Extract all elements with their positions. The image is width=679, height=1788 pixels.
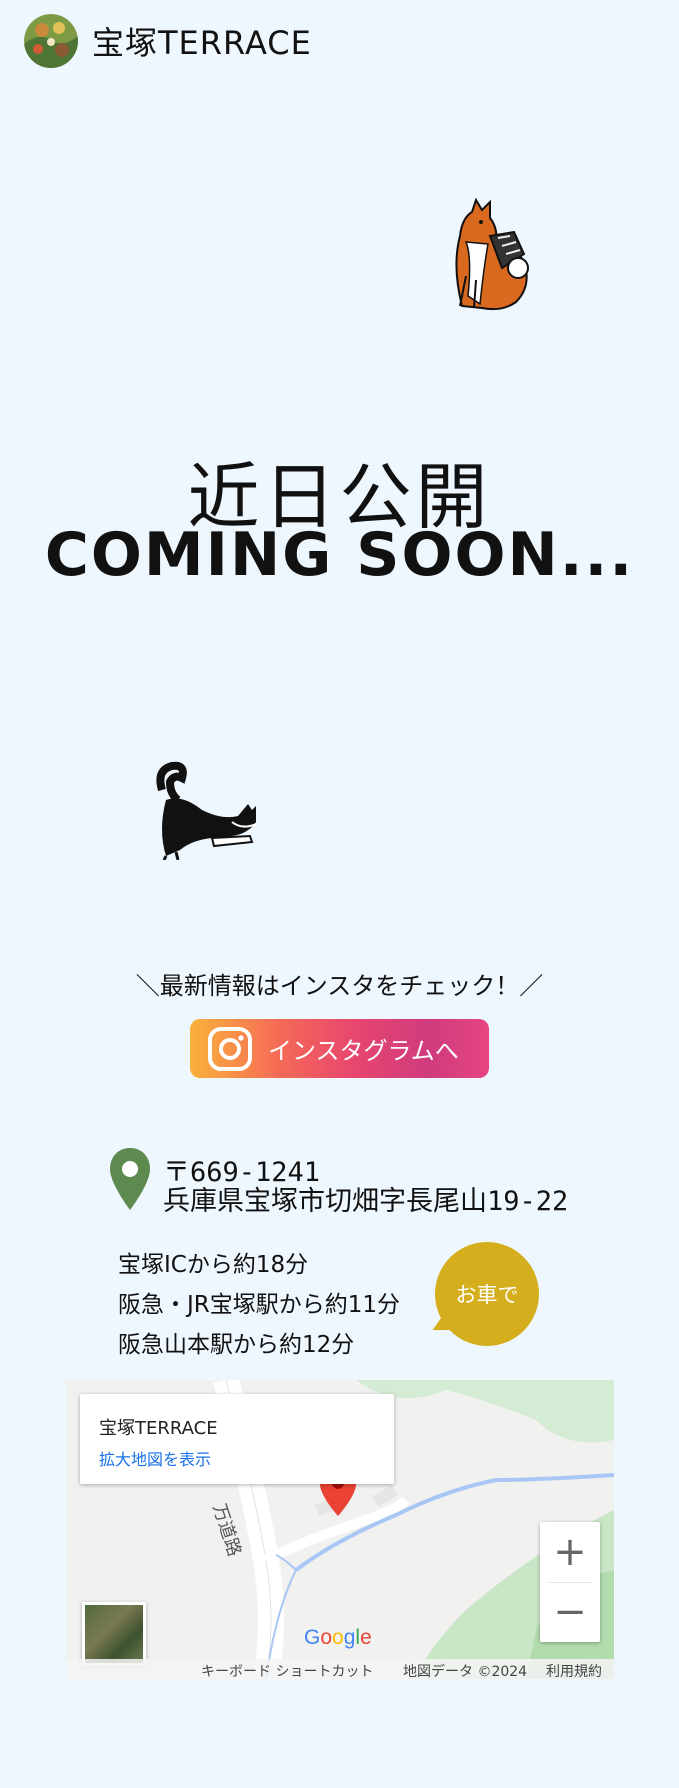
zoom-out-button[interactable]: − — [540, 1582, 600, 1642]
location-pin-icon — [110, 1148, 150, 1214]
access-item: 阪急・JR宝塚駅から約11分 — [118, 1292, 401, 1318]
map-info-card: 宝塚TERRACE 拡大地図を表示 — [80, 1394, 394, 1484]
stretching-shiba-illustration — [152, 760, 272, 864]
terms-link[interactable]: 利用規約 — [546, 1661, 602, 1679]
instagram-button-label: インスタグラムへ — [268, 1037, 459, 1065]
access-list: 宝塚ICから約18分 阪急・JR宝塚駅から約11分 阪急山本駅から約12分 — [118, 1245, 400, 1365]
zoom-in-button[interactable]: + — [540, 1522, 600, 1582]
access-item: 阪急山本駅から約12分 — [118, 1332, 355, 1358]
sitting-shiba-illustration — [432, 196, 532, 320]
logo-text: 宝塚TERRACE — [92, 24, 312, 62]
hero-title-en: COMING SOON... — [44, 520, 635, 590]
logo-emblem-icon — [24, 14, 78, 68]
keyboard-shortcuts-link[interactable]: キーボード ショートカット — [201, 1661, 373, 1679]
instagram-icon — [208, 1026, 252, 1071]
access-item: 宝塚ICから約18分 — [118, 1252, 309, 1278]
instagram-message: ＼最新情報はインスタをチェック！／ — [135, 972, 544, 1000]
instagram-button[interactable]: インスタグラムへ — [190, 1019, 489, 1078]
google-logo: Google — [304, 1626, 372, 1649]
address-line: 兵庫県宝塚市切畑字長尾山19-22 — [163, 1186, 569, 1217]
satellite-toggle[interactable] — [82, 1602, 146, 1666]
map-place-name: 宝塚TERRACE — [99, 1418, 218, 1439]
site-logo[interactable]: 宝塚TERRACE — [24, 14, 312, 68]
zoom-divider — [548, 1582, 592, 1583]
google-map[interactable]: 万道路 宝塚TERRACE 拡大地図を表示 + − Google キーボード シ… — [66, 1380, 614, 1679]
map-attribution-bar: キーボード ショートカット 地図データ ©2024 利用規約 — [66, 1659, 614, 1679]
view-larger-map-link[interactable]: 拡大地図を表示 — [99, 1446, 211, 1470]
by-car-badge: お車で — [435, 1242, 539, 1346]
map-data-text: 地図データ ©2024 — [403, 1664, 528, 1679]
zoom-controls: + − — [540, 1522, 600, 1642]
